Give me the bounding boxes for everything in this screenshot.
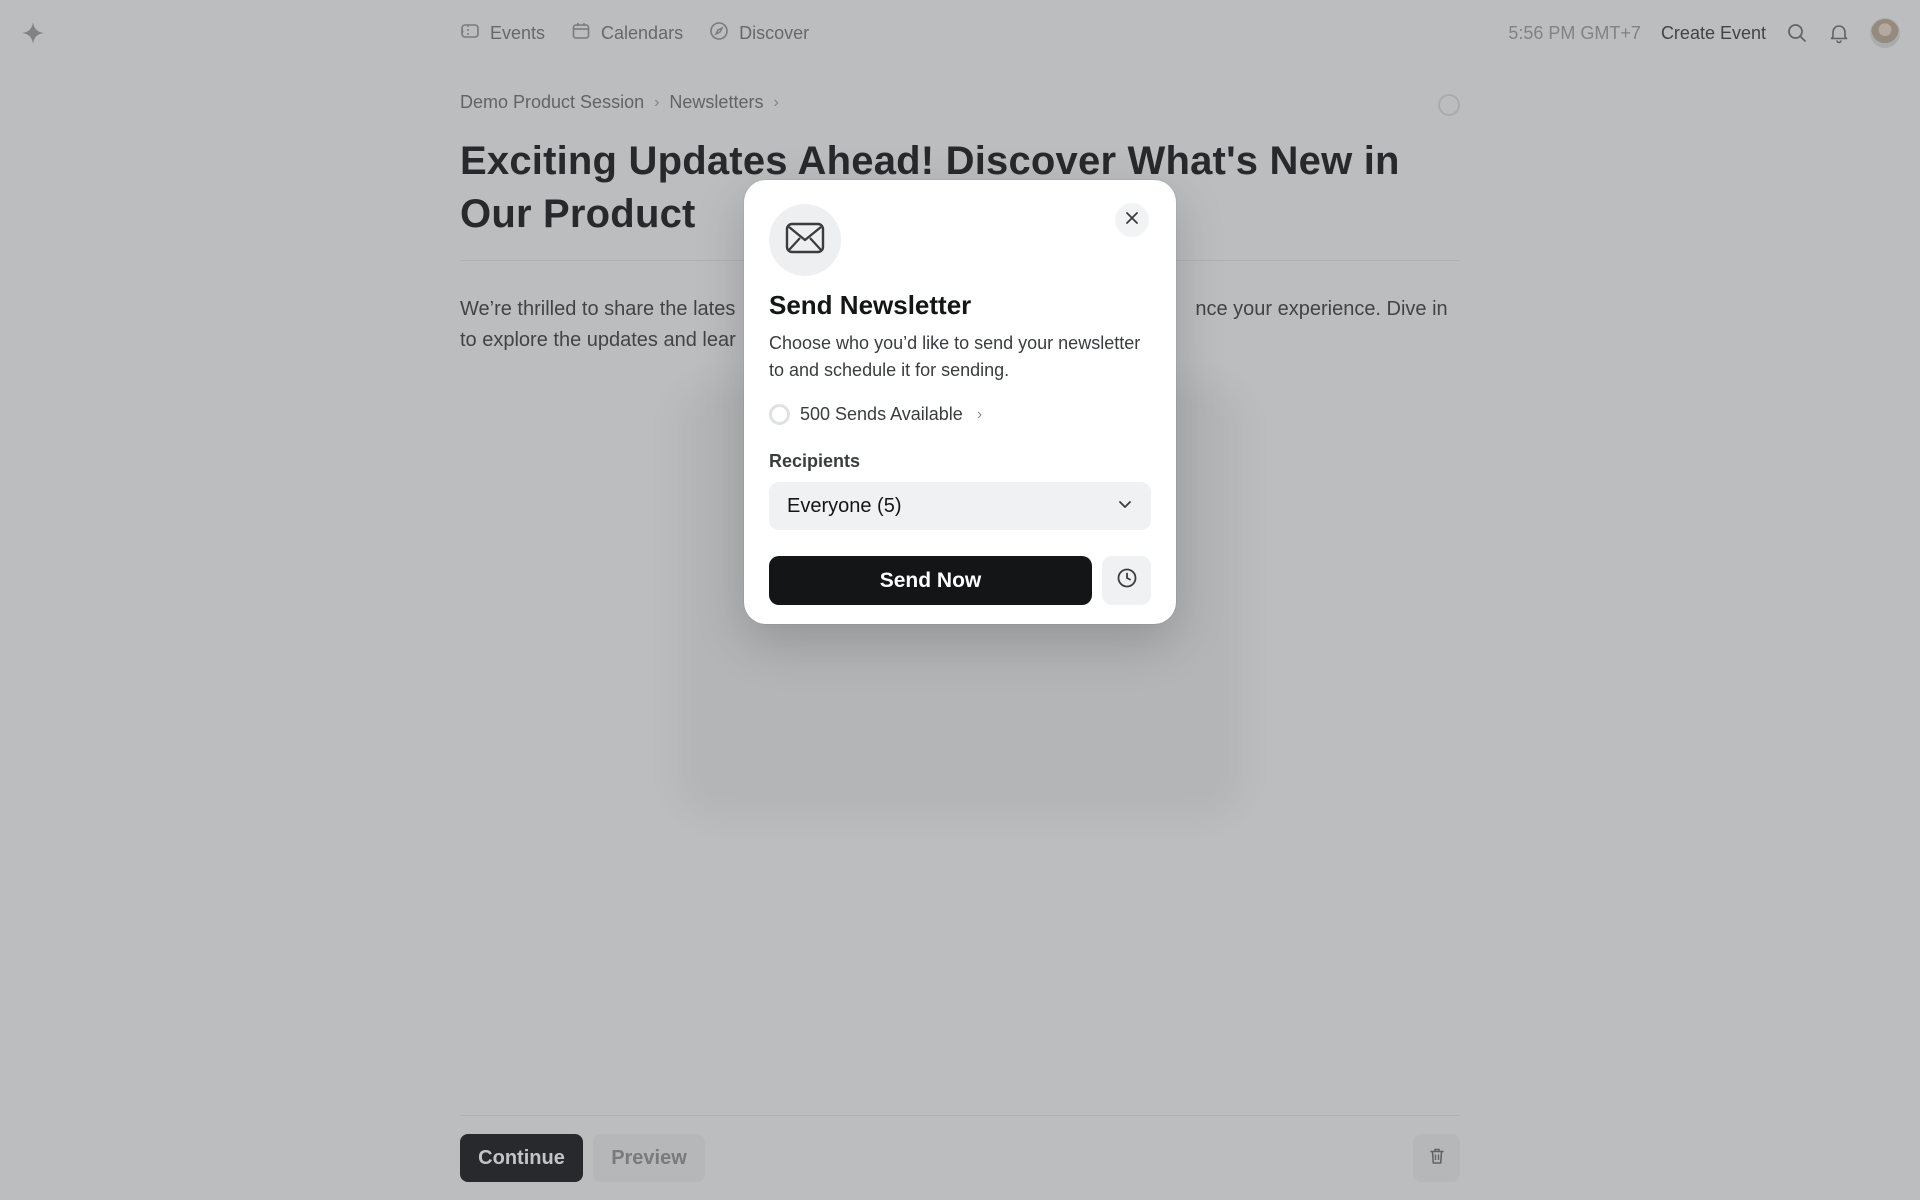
close-icon (1124, 210, 1140, 231)
chevron-down-icon (1117, 496, 1133, 517)
chevron-right-icon: › (976, 405, 983, 423)
schedule-button[interactable] (1102, 556, 1151, 605)
envelope-icon (785, 221, 825, 260)
envelope-icon-badge (769, 204, 841, 276)
send-now-button[interactable]: Send Now (769, 556, 1092, 605)
sends-available-link[interactable]: 500 Sends Available › (769, 404, 982, 425)
recipients-select[interactable]: Everyone (5) (769, 482, 1151, 530)
clock-icon (1116, 567, 1138, 594)
progress-ring-icon (769, 404, 790, 425)
sends-available-text: 500 Sends Available (800, 404, 963, 424)
modal-description: Choose who you’d like to send your newsl… (769, 333, 1141, 380)
close-button[interactable] (1115, 203, 1149, 237)
recipients-label: Recipients (769, 451, 861, 471)
send-newsletter-modal: Send Newsletter Choose who you’d like to… (744, 180, 1176, 624)
modal-title: Send Newsletter (769, 290, 972, 320)
recipients-select-value: Everyone (5) (787, 494, 902, 517)
